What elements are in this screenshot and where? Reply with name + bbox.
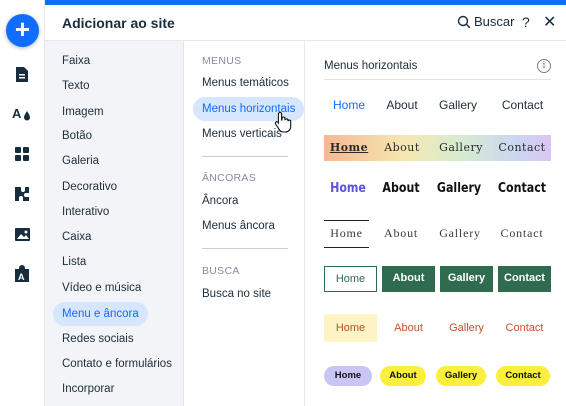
active-indicator-bottom [324, 247, 369, 248]
category-incorporar[interactable]: Incorporar [53, 377, 123, 401]
menu-item: About [382, 181, 420, 196]
menu-item: Gallery [436, 366, 486, 386]
pages-icon[interactable] [12, 64, 32, 84]
menu-item: Contact [497, 181, 547, 196]
menu-item: About [386, 98, 418, 112]
category-lista[interactable]: Lista [53, 250, 95, 274]
menu-preset-serif-lined[interactable]: Home About Gallery Contact [324, 220, 551, 248]
menu-preset-green-boxes[interactable]: Home About Gallery Contact [324, 266, 551, 292]
preview-panel: Menus horizontais i Home About Gallery C… [305, 41, 566, 406]
section-divider [202, 156, 288, 157]
menu-item: Contact [498, 266, 551, 292]
svg-text:A: A [18, 272, 25, 282]
menu-item: Gallery [439, 141, 483, 154]
category-botao[interactable]: Botão [53, 124, 101, 148]
category-interativo[interactable]: Interativo [53, 200, 118, 224]
menu-item: Contact [496, 366, 550, 386]
category-menu-ancora[interactable]: Menu e âncora [53, 302, 148, 326]
search-label: Buscar [474, 14, 515, 29]
menu-item: Gallery [440, 266, 493, 292]
sub-menus-ancora[interactable]: Menus âncora [193, 214, 284, 238]
menu-preset-bold[interactable]: Home About Gallery Contact [324, 181, 551, 199]
menu-item: Gallery [449, 322, 484, 334]
apps-icon[interactable] [12, 144, 32, 164]
svg-text:A: A [12, 106, 22, 121]
panel-header: Adicionar ao site Buscar ? ✕ [45, 5, 566, 41]
menu-item: Home [330, 226, 363, 240]
panel-title: Adicionar ao site [62, 15, 175, 31]
category-faixa[interactable]: Faixa [53, 49, 99, 73]
close-icon[interactable]: ✕ [543, 12, 556, 32]
plugins-icon[interactable] [12, 184, 32, 204]
hand-cursor-icon [274, 111, 292, 133]
section-title-busca: BUSCA [202, 265, 240, 277]
left-rail: + A A [0, 0, 45, 406]
category-redes-sociais[interactable]: Redes sociais [53, 327, 143, 351]
design-icon[interactable]: A [12, 104, 32, 124]
section-title-menus: MENUS [202, 55, 242, 67]
menu-preset-gradient[interactable]: Home About Gallery Contact [324, 135, 551, 161]
menu-item: Contact [500, 226, 544, 240]
menu-preset-pills[interactable]: Home About Gallery Contact [324, 366, 551, 386]
sub-ancora[interactable]: Âncora [193, 189, 247, 213]
menu-item: About [382, 266, 435, 292]
subcategory-list: MENUS Menus temáticos Menus horizontais … [184, 41, 305, 406]
menu-item: Contact [501, 98, 544, 112]
menu-item: About [384, 141, 420, 154]
category-decorativo[interactable]: Decorativo [53, 175, 126, 199]
category-texto[interactable]: Texto [53, 74, 99, 98]
menu-preset-warm[interactable]: Home About Gallery Contact [324, 314, 551, 342]
search-button[interactable]: Buscar [457, 14, 514, 29]
menu-item: About [394, 322, 423, 334]
menu-item: Contact [505, 322, 544, 334]
category-caixa[interactable]: Caixa [53, 225, 100, 249]
search-icon [457, 15, 471, 28]
info-icon[interactable]: i [537, 59, 551, 73]
menu-item: Home [330, 181, 366, 196]
category-video-musica[interactable]: Vídeo e música [53, 276, 150, 300]
category-list: Faixa Texto Imagem Botão Galeria Decorat… [45, 41, 184, 406]
media-icon[interactable] [12, 224, 32, 244]
menu-item: Home [329, 141, 369, 154]
sub-menus-tematicos[interactable]: Menus temáticos [193, 71, 298, 95]
help-icon[interactable]: ? [522, 14, 530, 30]
menu-item: Home [324, 266, 377, 292]
menu-item: Home [332, 98, 365, 112]
menu-item: Home [324, 366, 372, 386]
menu-item: About [380, 366, 426, 386]
section-divider [202, 248, 288, 249]
add-button[interactable]: + [6, 14, 39, 47]
active-indicator-top [324, 220, 369, 221]
menu-item: Home [324, 314, 377, 342]
menu-preset-plain[interactable]: Home About Gallery Contact [324, 98, 551, 114]
menu-item: Gallery [436, 181, 482, 196]
menu-item: Gallery [439, 226, 481, 240]
sub-busca-no-site[interactable]: Busca no site [193, 282, 280, 306]
category-contato-formularios[interactable]: Contato e formulários [53, 352, 181, 376]
menu-item: Gallery [438, 98, 477, 112]
preview-title: Menus horizontais [324, 60, 418, 72]
category-imagem[interactable]: Imagem [53, 100, 113, 124]
section-title-ancoras: ÂNCORAS [202, 172, 257, 184]
business-icon[interactable]: A [12, 264, 32, 284]
menu-item: Contact [498, 141, 546, 154]
category-galeria[interactable]: Galeria [53, 149, 108, 173]
menu-item: About [384, 226, 418, 240]
preview-divider [324, 79, 551, 80]
